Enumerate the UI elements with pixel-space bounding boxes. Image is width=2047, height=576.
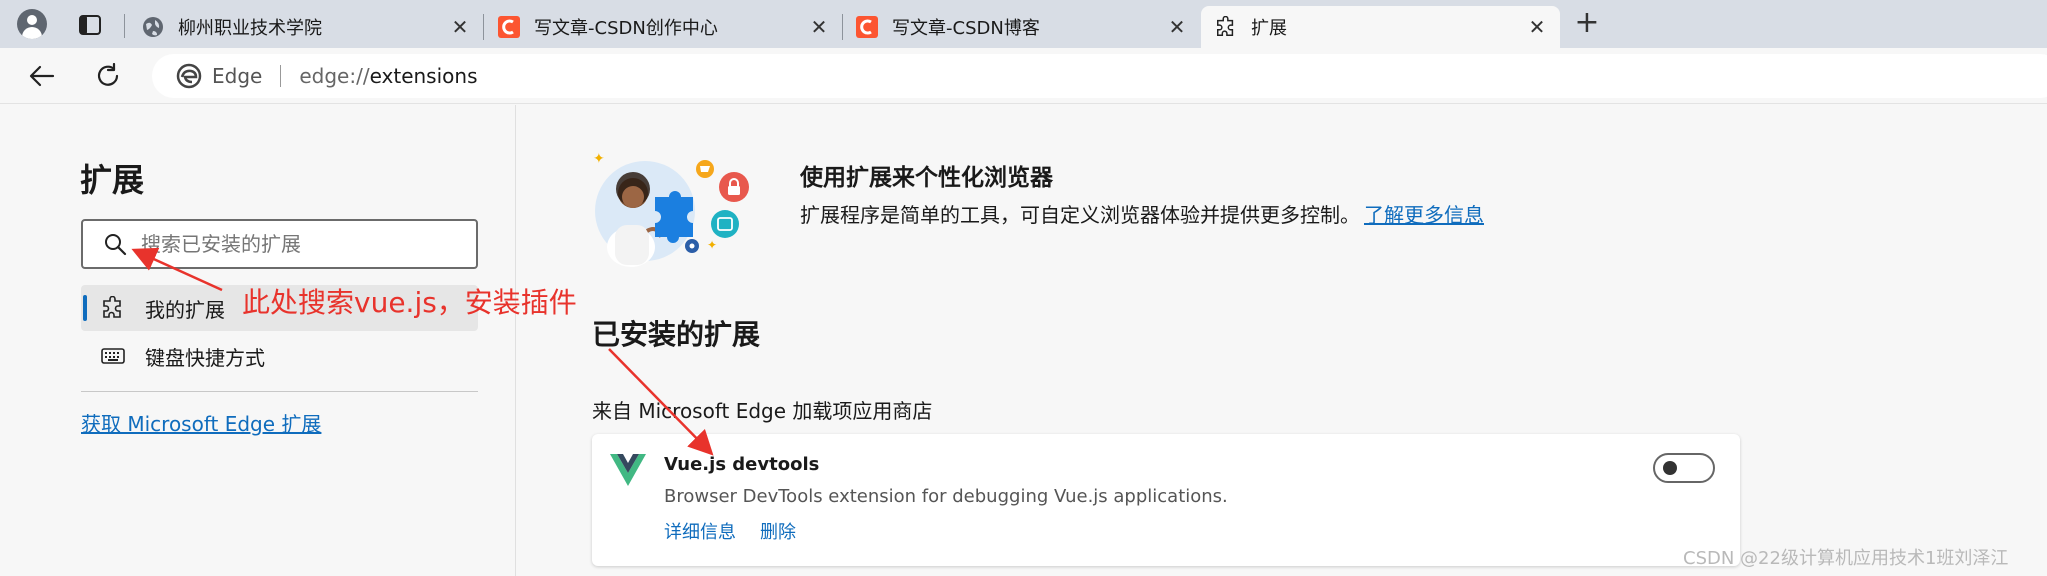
extension-details-link[interactable]: 详细信息: [664, 518, 736, 544]
vertical-tabs-icon: [79, 15, 101, 35]
csdn-watermark: CSDN @22级计算机应用技术1班刘泽江: [1683, 548, 2009, 569]
tab-separator: [124, 14, 125, 38]
tab-title: 柳州职业技术学院: [178, 18, 322, 39]
sidebar-divider: [81, 391, 478, 392]
tab-title: 写文章-CSDN创作中心: [534, 18, 718, 39]
tab-actions-button[interactable]: [72, 10, 108, 40]
search-box[interactable]: [81, 219, 478, 269]
close-tab-icon[interactable]: ✕: [808, 16, 830, 38]
site-identity: Edge: [212, 64, 263, 88]
get-extensions-link[interactable]: 获取 Microsoft Edge 扩展: [81, 408, 321, 437]
extension-remove-link[interactable]: 删除: [760, 518, 796, 544]
puzzle-icon: [1215, 16, 1237, 38]
learn-more-link[interactable]: 了解更多信息: [1364, 203, 1484, 227]
browser-window: 柳州职业技术学院 ✕ 写文章-CSDN创作中心 ✕ 写文章-CSDN博客 ✕ 扩…: [0, 0, 2047, 576]
puzzle-icon: [101, 296, 125, 320]
toolbar: Edge edge:// extensions: [0, 48, 2047, 104]
toggle-knob: [1663, 461, 1677, 475]
personalize-illustration: ✦ ✦: [593, 151, 749, 267]
sidebar-item-keyboard-shortcuts[interactable]: 键盘快捷方式: [81, 333, 478, 379]
back-arrow-icon: [29, 65, 55, 87]
page-title: 扩展: [80, 161, 145, 199]
globe-icon: [142, 16, 164, 38]
new-tab-button[interactable]: +: [1570, 8, 1604, 40]
csdn-icon: [498, 16, 520, 38]
annotation-text: 此处搜索vue.js，安装插件: [242, 286, 577, 319]
tab-csdn-blog[interactable]: 写文章-CSDN博客 ✕: [842, 6, 1200, 48]
url-scheme: edge://: [299, 64, 370, 88]
extension-description: Browser DevTools extension for debugging…: [664, 486, 1228, 507]
extension-card: Vue.js devtools Browser DevTools extensi…: [592, 434, 1740, 566]
tab-title: 扩展: [1251, 18, 1287, 39]
store-source-label: 来自 Microsoft Edge 加载项应用商店: [592, 399, 933, 423]
extensions-sidebar: 扩展 我的扩展 键盘快捷方式 获取 Microsoft Edge 扩展: [0, 105, 516, 576]
tab-strip: 柳州职业技术学院 ✕ 写文章-CSDN创作中心 ✕ 写文章-CSDN博客 ✕ 扩…: [0, 0, 2047, 48]
active-indicator: [83, 295, 87, 321]
installed-extensions-heading: 已安装的扩展: [592, 318, 761, 351]
sidebar-item-label: 我的扩展: [145, 297, 225, 322]
hero-description: 扩展程序是简单的工具，可自定义浏览器体验并提供更多控制。 了解更多信息: [800, 199, 1484, 228]
profile-button[interactable]: [12, 6, 52, 42]
hero-description-text: 扩展程序是简单的工具，可自定义浏览器体验并提供更多控制。: [800, 203, 1360, 227]
sidebar-item-label: 键盘快捷方式: [145, 345, 265, 370]
refresh-icon: [97, 63, 119, 86]
address-divider: [280, 65, 282, 87]
keyboard-icon: [101, 344, 125, 368]
svg-text:✦: ✦: [707, 238, 717, 252]
close-tab-icon[interactable]: ✕: [1166, 16, 1188, 38]
back-button[interactable]: [24, 58, 60, 94]
url-path: extensions: [369, 64, 478, 88]
tab-liuzhou[interactable]: 柳州职业技术学院 ✕: [128, 6, 484, 48]
extension-name: Vue.js devtools: [664, 454, 820, 475]
svg-text:✦: ✦: [593, 151, 605, 167]
main-content: ✦ ✦ 使用扩展来个性化浏览器 扩展程序是简单的工具，可自定义浏览器体验并提供更…: [517, 105, 2047, 576]
tab-title: 写文章-CSDN博客: [892, 18, 1040, 39]
csdn-icon: [856, 16, 878, 38]
address-bar[interactable]: Edge edge:// extensions: [152, 54, 2047, 98]
tab-extensions[interactable]: 扩展 ✕: [1201, 6, 1560, 48]
vue-logo-icon: [610, 454, 646, 486]
close-tab-icon[interactable]: ✕: [1526, 16, 1548, 38]
avatar-icon: [17, 9, 47, 39]
extension-enable-toggle[interactable]: [1653, 453, 1715, 483]
hero-title: 使用扩展来个性化浏览器: [800, 165, 1053, 191]
tab-csdn-creator[interactable]: 写文章-CSDN创作中心 ✕: [484, 6, 843, 48]
search-input[interactable]: [141, 232, 461, 256]
refresh-button[interactable]: [90, 58, 126, 94]
close-tab-icon[interactable]: ✕: [449, 16, 471, 38]
edge-logo-icon: [176, 63, 202, 89]
search-icon: [105, 234, 127, 256]
